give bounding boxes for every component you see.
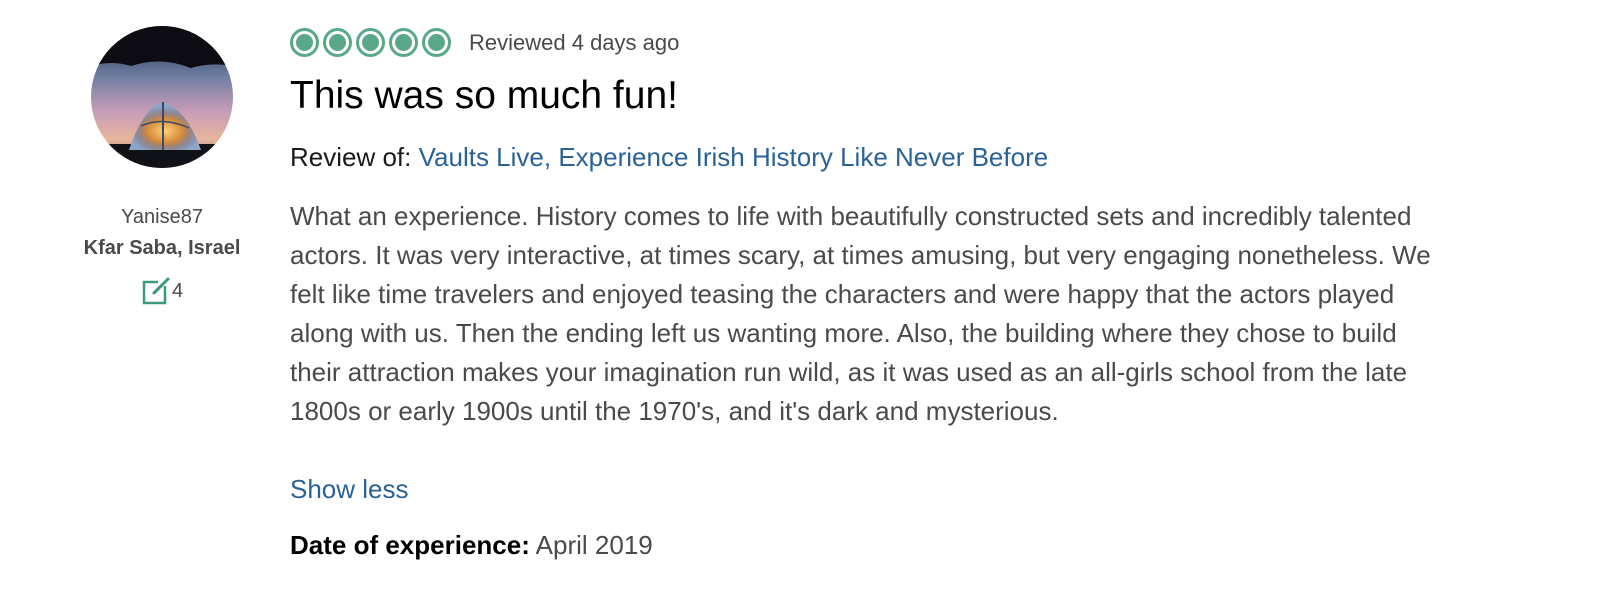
rating-bubble-icon (422, 28, 451, 57)
rating-bubble-icon (290, 28, 319, 57)
avatar-image (91, 26, 233, 168)
reviewer-username[interactable]: Yanise87 (60, 206, 264, 229)
review-body: What an experience. History comes to lif… (290, 201, 1431, 426)
date-of-experience-value: April 2019 (535, 530, 653, 560)
review-edit-icon (141, 276, 171, 306)
review-of: Review of: Vaults Live, Experience Irish… (290, 142, 1048, 173)
contribution-count-value: 4 (171, 279, 184, 302)
reviewer-location: Kfar Saba, Israel (83, 237, 241, 259)
date-of-experience-label: Date of experience: (290, 530, 530, 560)
review-of-label: Review of: (290, 142, 412, 172)
rating-bubble-icon (389, 28, 418, 57)
reviewed-date: Reviewed 4 days ago (469, 29, 680, 55)
review-title[interactable]: This was so much fun! (290, 74, 678, 118)
review-card: Yanise87 Kfar Saba, Israel 4 Reviewed 4 … (0, 0, 1602, 594)
attraction-link[interactable]: Vaults Live, Experience Irish History Li… (419, 142, 1049, 172)
avatar[interactable] (91, 26, 233, 168)
rating-bubble-icon (323, 28, 352, 57)
bubble-rating (290, 28, 455, 57)
rating-row: Reviewed 4 days ago (290, 28, 679, 57)
contribution-count[interactable]: 4 (60, 276, 264, 306)
date-of-experience: Date of experience: April 2019 (290, 530, 653, 561)
rating-bubble-icon (356, 28, 385, 57)
show-less-link[interactable]: Show less (290, 470, 409, 509)
